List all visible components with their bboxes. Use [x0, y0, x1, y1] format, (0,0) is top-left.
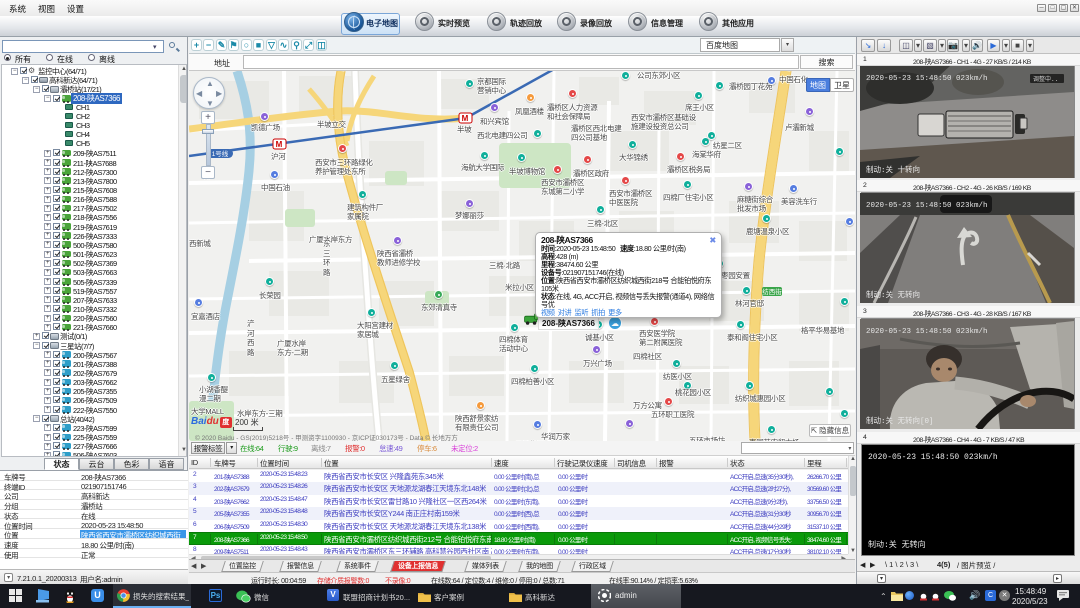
svg-text:2020-05-23 15:48:50 023km/h: 2020-05-23 15:48:50 023km/h [866, 328, 988, 336]
svg-text:纺西街: 纺西街 [762, 287, 782, 296]
svg-text:2020-05-23 15:48:50 023km/h: 2020-05-23 15:48:50 023km/h [866, 202, 988, 210]
svg-text:M: M [276, 140, 283, 149]
svg-text:调整中..: 调整中.. [1033, 75, 1058, 83]
svg-text:1号线: 1号线 [212, 149, 229, 158]
svg-text:2020-05-23 15:48:50 023km/h: 2020-05-23 15:48:50 023km/h [866, 75, 988, 83]
svg-text:M: M [462, 114, 469, 123]
